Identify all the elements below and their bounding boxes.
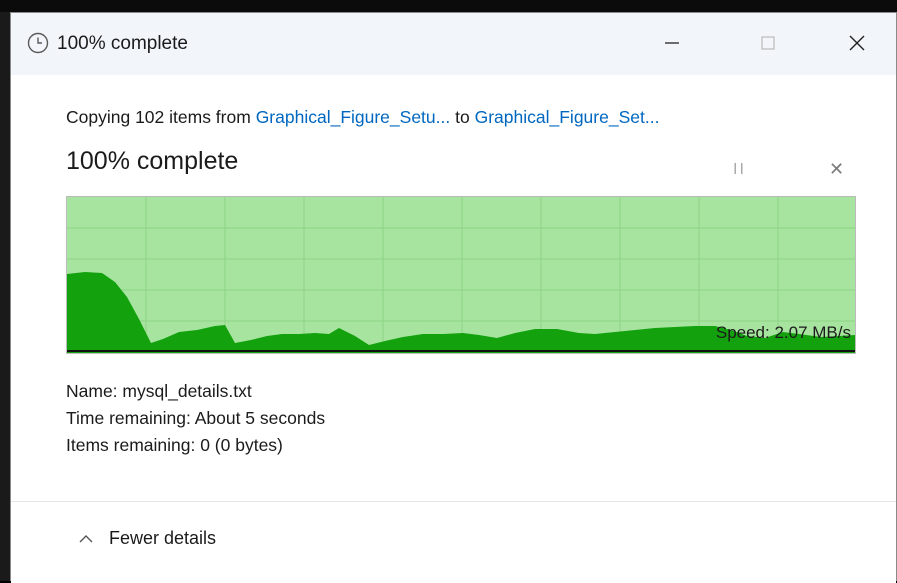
title-bar[interactable]: 100% complete	[11, 13, 896, 75]
speed-label: Speed: 2.07 MB/s	[716, 323, 851, 342]
time-remaining: Time remaining: About 5 seconds	[66, 408, 326, 428]
minimize-button[interactable]	[641, 21, 703, 65]
destination-folder-link[interactable]: Graphical_Figure_Set...	[475, 107, 660, 127]
pause-button[interactable]: II	[733, 161, 746, 179]
window-title: 100% complete	[57, 33, 188, 54]
pause-icon: II	[733, 161, 746, 178]
cancel-icon: ✕	[829, 159, 845, 179]
maximize-button[interactable]	[737, 21, 799, 65]
transfer-speed-graph: Speed: 2.07 MB/s	[66, 196, 856, 354]
cancel-button[interactable]: ✕	[829, 159, 844, 180]
source-folder-link[interactable]: Graphical_Figure_Setu...	[256, 107, 451, 127]
background-edge	[0, 12, 10, 581]
progress-percentage: 100% complete	[66, 147, 239, 175]
background-strip	[0, 0, 897, 12]
close-button[interactable]	[826, 21, 888, 65]
file-name: Name: mysql_details.txt	[66, 381, 252, 401]
minimize-icon	[665, 42, 679, 44]
chevron-up-icon	[79, 534, 93, 542]
dialog-body: Copying 102 items from Graphical_Figure_…	[11, 75, 896, 501]
copy-description: Copying 102 items from Graphical_Figure_…	[66, 107, 659, 128]
close-icon	[849, 35, 865, 51]
fewer-details-label: Fewer details	[109, 528, 217, 548]
dialog-footer: Fewer details	[11, 501, 896, 583]
fewer-details-toggle[interactable]: Fewer details	[77, 528, 216, 549]
clock-icon	[27, 32, 49, 54]
maximize-icon	[761, 36, 775, 50]
copy-progress-dialog: 100% complete Copying 102 items from Gra…	[10, 12, 897, 583]
items-remaining: Items remaining: 0 (0 bytes)	[66, 435, 283, 455]
copy-middle: to	[455, 107, 470, 127]
transfer-details: Name: mysql_details.txt Time remaining: …	[66, 378, 325, 459]
copy-prefix: Copying 102 items from	[66, 107, 251, 127]
